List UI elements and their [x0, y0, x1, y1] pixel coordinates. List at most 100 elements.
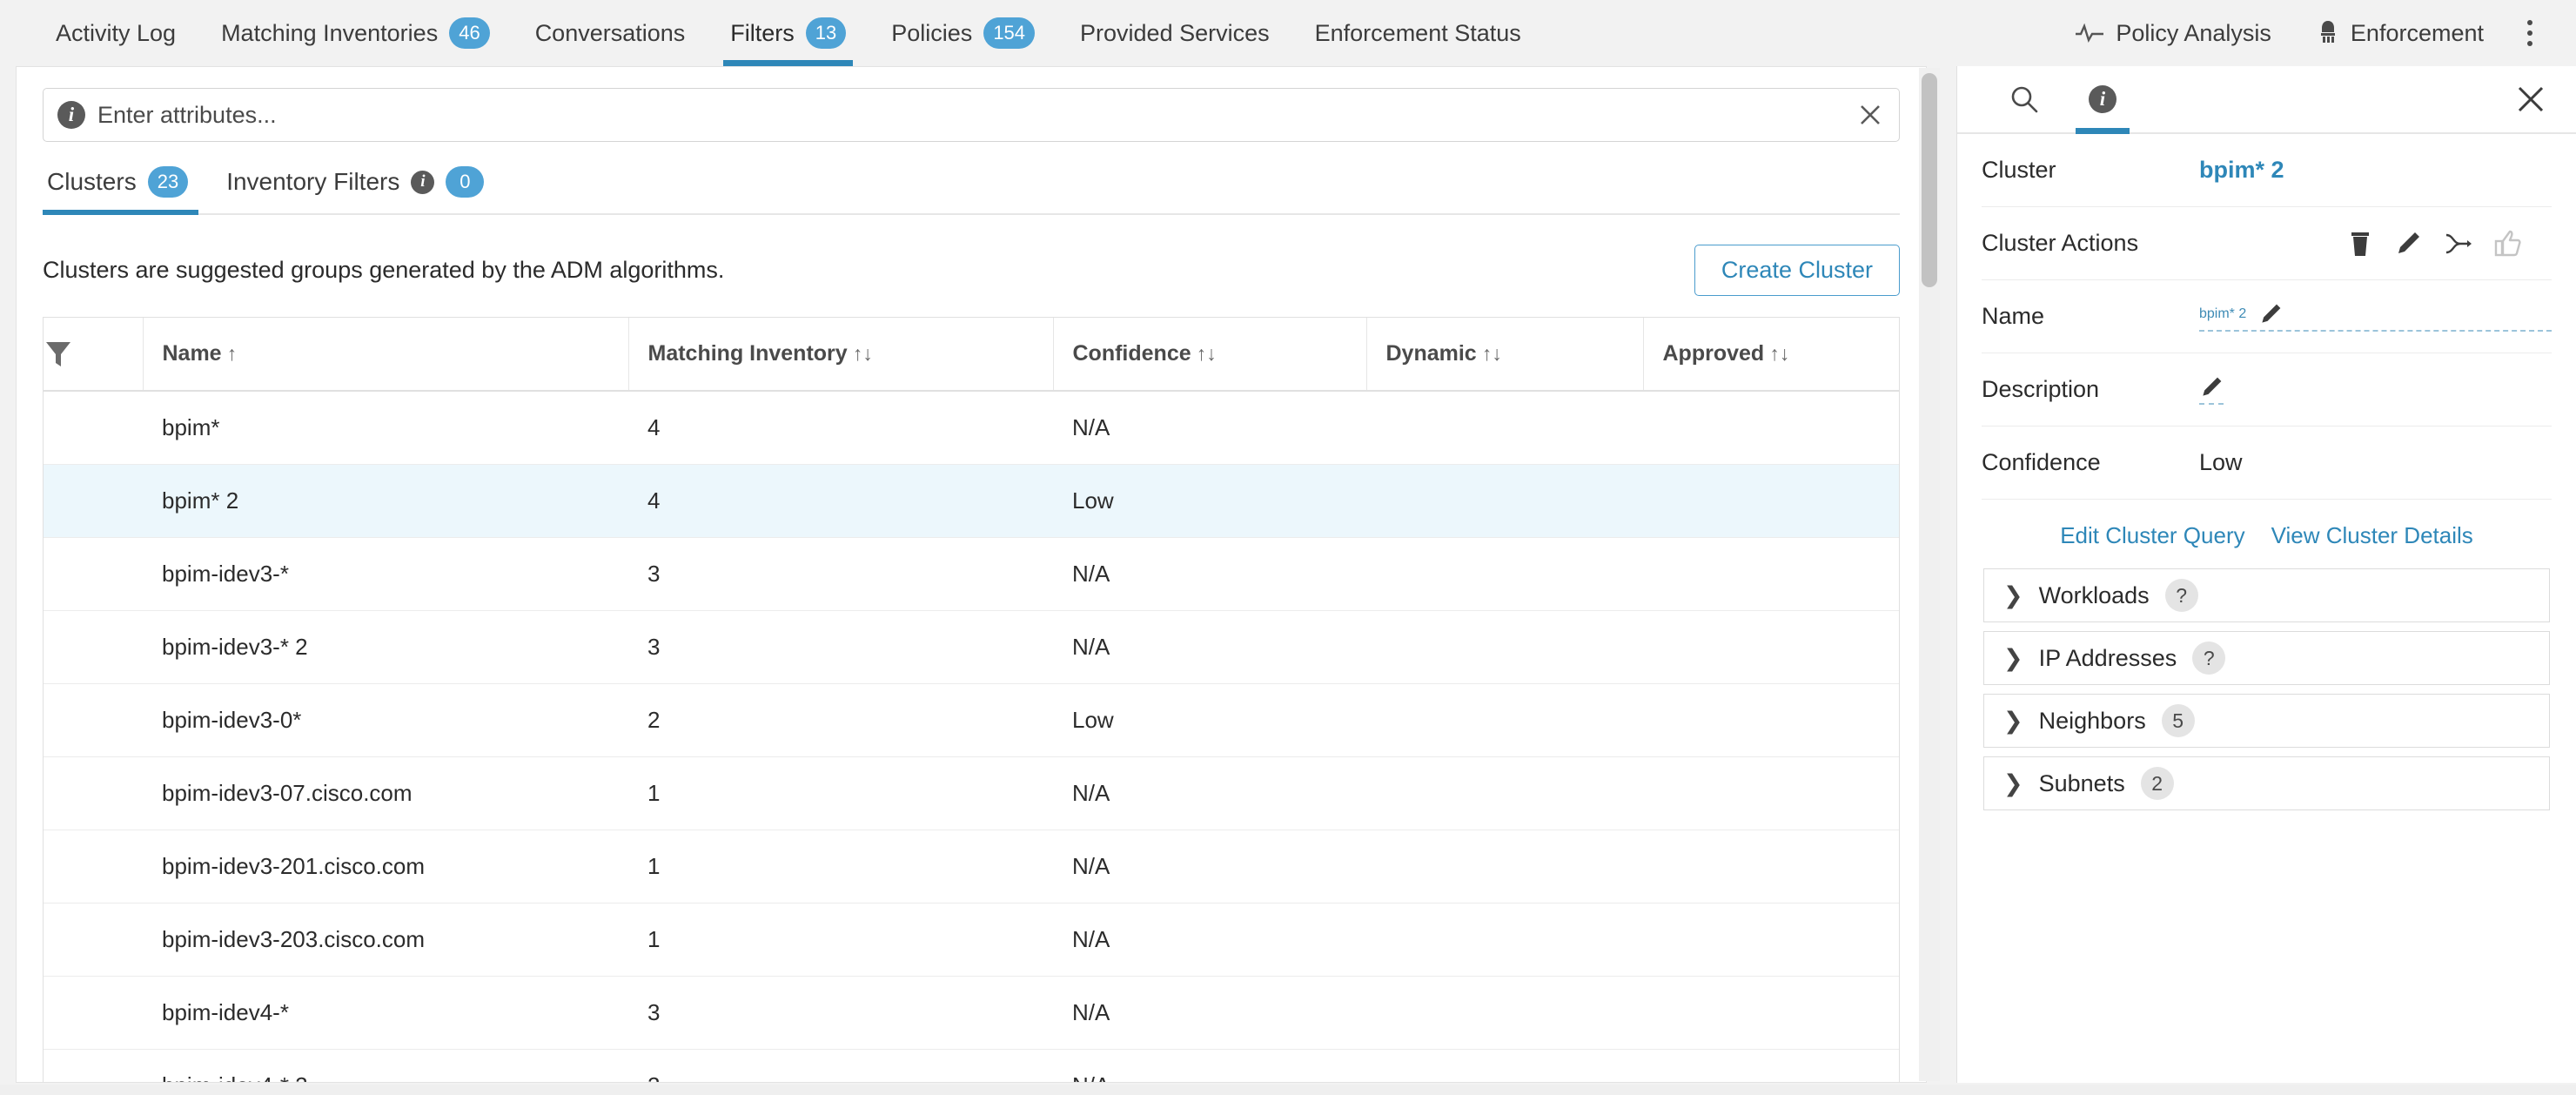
- table-row[interactable]: bpim* 2 4 Low: [44, 464, 1899, 538]
- cell-dynamic: [1366, 391, 1643, 465]
- row-filter-cell: [44, 756, 143, 830]
- cell-matching-inventory: 1: [628, 756, 1053, 830]
- top-nav-right-group: Policy Analysis Enforcement: [2052, 0, 2576, 66]
- nav-tab-label: Matching Inventories: [221, 19, 439, 46]
- tab-inventory-filters[interactable]: Inventory Filters i 0: [207, 166, 503, 213]
- panel-accordion: ❯ Workloads? ❯ IP Addresses? ❯ Neighbors 5 ❯ Sub…: [1982, 568, 2552, 810]
- search-icon: [2009, 84, 2040, 115]
- cell-approved: [1643, 610, 1899, 684]
- cell-confidence: N/A: [1053, 1049, 1366, 1082]
- cluster-name-field[interactable]: bpim* 2: [2199, 302, 2552, 332]
- clusters-table: Name ↑ Matching Inventory ↑↓ Confidence ↑↓ …: [44, 318, 1899, 1082]
- row-filter-cell: [44, 464, 143, 538]
- accordion-item-label: Subnets: [2038, 769, 2125, 796]
- cell-approved: [1643, 903, 1899, 977]
- panel-row-cluster-actions: Cluster Actions: [1982, 207, 2552, 280]
- nav-tab-label: Activity Log: [56, 19, 177, 46]
- sort-indicator: ↑↓: [852, 342, 873, 365]
- nav-tab-label: Filters: [730, 19, 795, 46]
- cluster-action-buttons: [2347, 229, 2523, 259]
- cell-confidence: Low: [1053, 683, 1366, 757]
- chevron-right-icon: ❯: [2003, 707, 2023, 734]
- nav-tab-activity-log[interactable]: Activity Log: [33, 0, 198, 66]
- accordion-item-count: ?: [2164, 579, 2198, 612]
- column-header-confidence[interactable]: Confidence ↑↓: [1053, 318, 1367, 392]
- panel-value-cluster[interactable]: bpim* 2: [2199, 157, 2284, 184]
- view-cluster-details-link[interactable]: View Cluster Details: [2271, 522, 2473, 549]
- create-cluster-button[interactable]: Create Cluster: [1694, 245, 1900, 296]
- panel-tab-info[interactable]: i: [2063, 66, 2142, 134]
- close-icon[interactable]: [1857, 102, 1883, 128]
- column-filter-button[interactable]: [44, 318, 144, 392]
- panel-tab-search[interactable]: [1985, 66, 2063, 132]
- column-header-dynamic[interactable]: Dynamic ↑↓: [1366, 318, 1644, 392]
- pencil-icon[interactable]: [2394, 230, 2422, 258]
- cell-name: bpim-idev4-* 2: [143, 1049, 628, 1082]
- attribute-search-bar[interactable]: i Enter attributes...: [43, 88, 1900, 142]
- row-filter-cell: [44, 976, 143, 1050]
- nav-tab-conversations[interactable]: Conversations: [513, 0, 708, 66]
- column-header-approved[interactable]: Approved ↑↓: [1643, 318, 1899, 392]
- cell-confidence: N/A: [1053, 756, 1366, 830]
- panel-row-description: Description: [1982, 353, 2552, 427]
- nav-tab-provided-services[interactable]: Provided Services: [1057, 0, 1292, 66]
- cluster-description-field[interactable]: [2199, 375, 2236, 405]
- trash-icon[interactable]: [2347, 229, 2373, 259]
- sort-indicator: ↑↓: [1196, 342, 1217, 365]
- table-row[interactable]: bpim-idev3-201.cisco.com 1 N/A: [44, 830, 1899, 904]
- panel-label-cluster-actions: Cluster Actions: [1982, 230, 2139, 256]
- pencil-icon[interactable]: [2258, 302, 2283, 326]
- table-row[interactable]: bpim-idev4-* 3 N/A: [44, 976, 1899, 1050]
- search-input[interactable]: Enter attributes...: [97, 102, 1857, 129]
- search-bar-container: i Enter attributes...: [17, 67, 1926, 142]
- column-header-name[interactable]: Name ↑: [143, 318, 629, 392]
- close-icon[interactable]: [2513, 82, 2548, 117]
- kebab-menu-icon[interactable]: [2506, 0, 2553, 66]
- column-header-matching-inventory[interactable]: Matching Inventory ↑↓: [628, 318, 1054, 392]
- column-label: Dynamic: [1385, 341, 1477, 366]
- panel-value-name: bpim* 2: [2199, 306, 2247, 321]
- chevron-right-icon: ❯: [2003, 769, 2023, 796]
- nav-tab-enforcement-status[interactable]: Enforcement Status: [1292, 0, 1544, 66]
- accordion-item-subnets[interactable]: ❯ Subnets 2: [1983, 756, 2550, 810]
- table-header-row: Name ↑ Matching Inventory ↑↓ Confidence ↑↓ …: [44, 318, 1899, 392]
- table-row[interactable]: bpim-idev3-203.cisco.com 1 N/A: [44, 903, 1899, 977]
- table-row[interactable]: bpim-idev3-07.cisco.com 1 N/A: [44, 756, 1899, 830]
- nav-tab-enforcement[interactable]: Enforcement: [2294, 0, 2506, 66]
- nav-tab-label: Conversations: [534, 19, 686, 46]
- cell-matching-inventory: 2: [628, 1049, 1053, 1082]
- nav-tab-filters[interactable]: Filters 13: [708, 0, 869, 66]
- cell-confidence: N/A: [1053, 610, 1366, 684]
- tab-clusters[interactable]: Clusters 23: [43, 166, 207, 215]
- panel-label-confidence: Confidence: [1982, 449, 2101, 475]
- table-scrollbar-thumb[interactable]: [1922, 73, 1937, 287]
- accordion-item-workloads[interactable]: ❯ Workloads?: [1983, 568, 2550, 622]
- merge-arrow-icon[interactable]: [2443, 232, 2472, 256]
- cell-approved: [1643, 830, 1899, 904]
- nav-tab-policy-analysis[interactable]: Policy Analysis: [2052, 0, 2294, 66]
- row-filter-cell: [44, 391, 143, 465]
- cell-name: bpim-idev4-*: [143, 976, 628, 1050]
- accordion-item-ip-addresses[interactable]: ❯ IP Addresses?: [1983, 631, 2550, 685]
- accordion-item-neighbors[interactable]: ❯ Neighbors 5: [1983, 694, 2550, 748]
- thumbs-up-icon[interactable]: [2493, 229, 2523, 259]
- edit-cluster-query-link[interactable]: Edit Cluster Query: [2060, 522, 2244, 549]
- table-row[interactable]: bpim-idev3-* 2 3 N/A: [44, 610, 1899, 684]
- cell-name: bpim-idev3-201.cisco.com: [143, 830, 628, 904]
- cell-dynamic: [1366, 610, 1643, 684]
- cell-matching-inventory: 2: [628, 683, 1053, 757]
- accordion-item-count: 2: [2140, 767, 2174, 800]
- table-row[interactable]: bpim-idev4-* 22N/A: [44, 1049, 1899, 1082]
- cell-approved: [1643, 1049, 1899, 1082]
- column-label: Approved: [1662, 341, 1765, 366]
- panel-row-confidence: Confidence Low: [1982, 427, 2552, 500]
- table-row[interactable]: bpim-idev3-* 3 N/A: [44, 537, 1899, 611]
- panel-label-description: Description: [1982, 376, 2100, 402]
- nav-tab-badge: 154: [983, 17, 1036, 49]
- nav-tab-policies[interactable]: Policies 154: [869, 0, 1057, 66]
- pulse-icon: [2075, 24, 2104, 43]
- table-row[interactable]: bpim* 4 N/A: [44, 391, 1899, 465]
- table-row[interactable]: bpim-idev3-0* 2 Low: [44, 683, 1899, 757]
- nav-tab-matching-inventories[interactable]: Matching Inventories 46: [198, 0, 513, 66]
- pencil-icon[interactable]: [2199, 375, 2224, 400]
